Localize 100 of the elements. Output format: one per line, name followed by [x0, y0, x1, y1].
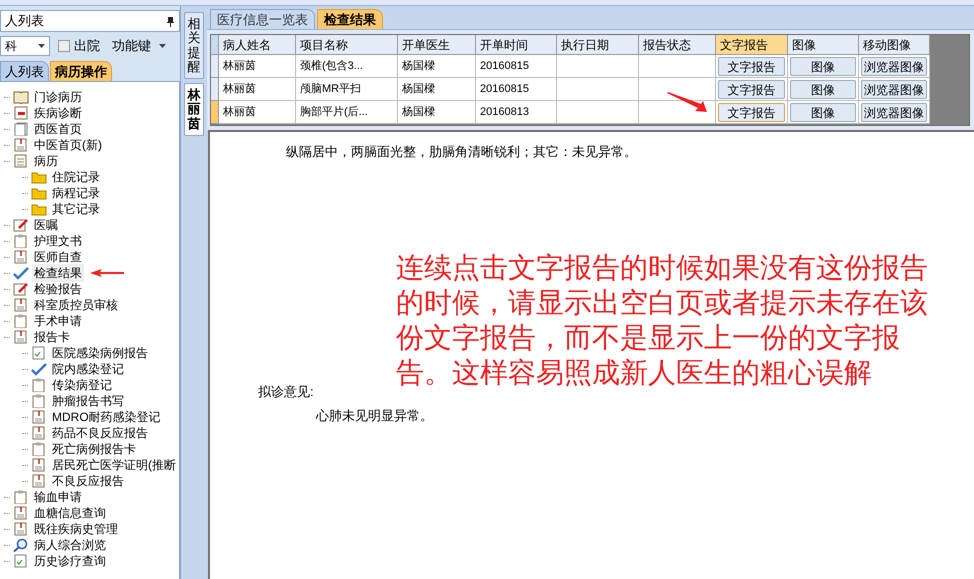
- tree-item[interactable]: 居民死亡医学证明(推断: [50, 456, 178, 474]
- table-cell-text: 20160815: [480, 82, 529, 97]
- tree-item[interactable]: 检验报告: [32, 280, 84, 298]
- tree-item[interactable]: 中医首页(新): [32, 136, 104, 154]
- column-header[interactable]: 移动图像: [859, 35, 930, 55]
- checklist-icon: [13, 554, 29, 568]
- report-button[interactable]: 图像: [790, 80, 856, 98]
- column-header[interactable]: 文字报告: [716, 35, 788, 55]
- column-header[interactable]: 图像: [788, 35, 859, 55]
- folder-icon: [31, 170, 47, 184]
- tree-item[interactable]: 既往疾病史管理: [32, 520, 120, 538]
- side-tab[interactable]: 相关提醒: [184, 12, 204, 80]
- report-button[interactable]: 图像: [790, 102, 856, 122]
- side-tab[interactable]: 林丽茵: [184, 83, 204, 136]
- clipped-document-icon: [13, 138, 29, 152]
- tree-item[interactable]: 肿瘤报告书写: [50, 392, 126, 410]
- table-cell-text: 林丽茵: [223, 104, 256, 120]
- table-cell-text: 杨国樑: [402, 58, 435, 74]
- table-cell-text: 20160815: [480, 58, 529, 74]
- tree-item[interactable]: 输血申请: [32, 488, 84, 506]
- tree-item[interactable]: 医院感染病例报告: [50, 344, 150, 362]
- row-selector[interactable]: [211, 78, 219, 101]
- report-button[interactable]: 文字报告: [718, 80, 785, 98]
- tree-item[interactable]: 其它记录: [50, 200, 102, 218]
- clipboard-icon: [31, 394, 47, 408]
- column-header[interactable]: 执行日期: [557, 35, 639, 55]
- folder-icon: [31, 202, 47, 216]
- tree-item[interactable]: 医嘱: [32, 216, 60, 234]
- arrow-icon: [90, 268, 124, 278]
- tree-item[interactable]: 病历: [32, 152, 60, 170]
- table-cell-text: 颅脑MR平扫: [300, 82, 362, 97]
- table-cell-text: 杨国樑: [402, 82, 435, 97]
- report-button[interactable]: 文字报告: [718, 102, 785, 122]
- tree-item[interactable]: 护理文书: [32, 232, 84, 250]
- table-cell-text: 林丽茵: [223, 82, 256, 97]
- report-button[interactable]: 文字报告: [718, 56, 785, 76]
- tree-item[interactable]: 死亡病例报告卡: [50, 440, 138, 458]
- tree-item[interactable]: 西医首页: [32, 120, 84, 138]
- magnifier-icon: [13, 538, 29, 552]
- column-header[interactable]: 报告状态: [639, 35, 716, 55]
- checkmark-icon: [31, 362, 47, 376]
- checklist-icon: [31, 346, 47, 360]
- tree-item[interactable]: 医师自查: [32, 248, 84, 266]
- table-cell-text: 颈椎(包含3...: [300, 58, 363, 74]
- report-button[interactable]: 浏览器图像: [861, 102, 927, 122]
- department-dropdown[interactable]: 科: [0, 36, 50, 56]
- tree-item[interactable]: 病程记录: [50, 184, 102, 202]
- calendar-icon: [13, 106, 29, 120]
- main-tab[interactable]: 检查结果: [317, 9, 383, 29]
- tree-item[interactable]: 报告卡: [32, 328, 72, 346]
- tree-item[interactable]: 历史诊疗查询: [32, 552, 108, 570]
- tree-item[interactable]: 疾病诊断: [32, 104, 84, 122]
- tree-item[interactable]: 不良反应报告: [50, 472, 126, 490]
- clipped-document-icon: [13, 298, 29, 312]
- book-icon: [13, 90, 29, 104]
- clipped-document-icon: [31, 426, 47, 440]
- tree-item[interactable]: 药品不良反应报告: [50, 424, 150, 442]
- pin-icon: [166, 16, 175, 26]
- discharged-checkbox[interactable]: [58, 40, 70, 52]
- notepad-icon: [13, 154, 29, 168]
- clipboard-icon: [31, 378, 47, 392]
- report-button[interactable]: 图像: [790, 56, 856, 76]
- tree-item[interactable]: 科室质控员审核: [32, 296, 120, 314]
- row-selector[interactable]: [211, 55, 219, 78]
- tree-item[interactable]: 院内感染登记: [50, 360, 126, 378]
- clipboard-icon: [13, 314, 29, 328]
- pencil-note-icon: [13, 282, 29, 296]
- clipped-document-icon: [31, 458, 47, 472]
- checkbox-label: 出院: [74, 37, 100, 56]
- table-cell-text: 20160813: [480, 104, 529, 120]
- clipped-document-icon: [31, 474, 47, 488]
- clipboard-icon: [13, 234, 29, 248]
- report-button[interactable]: 浏览器图像: [861, 56, 927, 76]
- dropdown-caret-icon: [38, 44, 45, 48]
- tree-item[interactable]: 传染病登记: [50, 376, 114, 394]
- report-button[interactable]: 浏览器图像: [861, 80, 927, 98]
- main-tab[interactable]: 医疗信息一览表: [210, 9, 315, 29]
- column-header[interactable]: 开单时间: [476, 35, 557, 55]
- tree-item[interactable]: 血糖信息查询: [32, 504, 108, 522]
- tree-item[interactable]: 手术申请: [32, 312, 84, 330]
- row-selector[interactable]: [211, 101, 219, 124]
- function-key-menu[interactable]: 功能键: [112, 36, 166, 56]
- tree-item[interactable]: 病人综合浏览: [32, 536, 108, 554]
- column-header[interactable]: 项目名称: [296, 35, 398, 55]
- tree-item[interactable]: 住院记录: [50, 168, 102, 186]
- clipped-document-icon: [13, 522, 29, 536]
- arrow-icon: [667, 92, 707, 112]
- checkmark-icon: [13, 266, 29, 280]
- panel-tab[interactable]: 病历操作: [50, 61, 112, 81]
- tree-item[interactable]: MDRO耐药感染登记: [50, 408, 163, 426]
- dropdown-caret-icon: [159, 44, 166, 48]
- tree-item[interactable]: 门诊病历: [32, 88, 84, 106]
- panel-tab[interactable]: 人列表: [0, 61, 49, 81]
- table-cell-text: 杨国樑: [402, 104, 435, 120]
- column-header[interactable]: 病人姓名: [219, 35, 296, 55]
- panel-title: 人列表: [5, 12, 44, 30]
- tree-item[interactable]: 检查结果: [32, 264, 84, 282]
- clipboard-icon: [31, 442, 47, 456]
- column-header[interactable]: 开单医生: [398, 35, 476, 55]
- clipped-document-icon: [13, 330, 29, 344]
